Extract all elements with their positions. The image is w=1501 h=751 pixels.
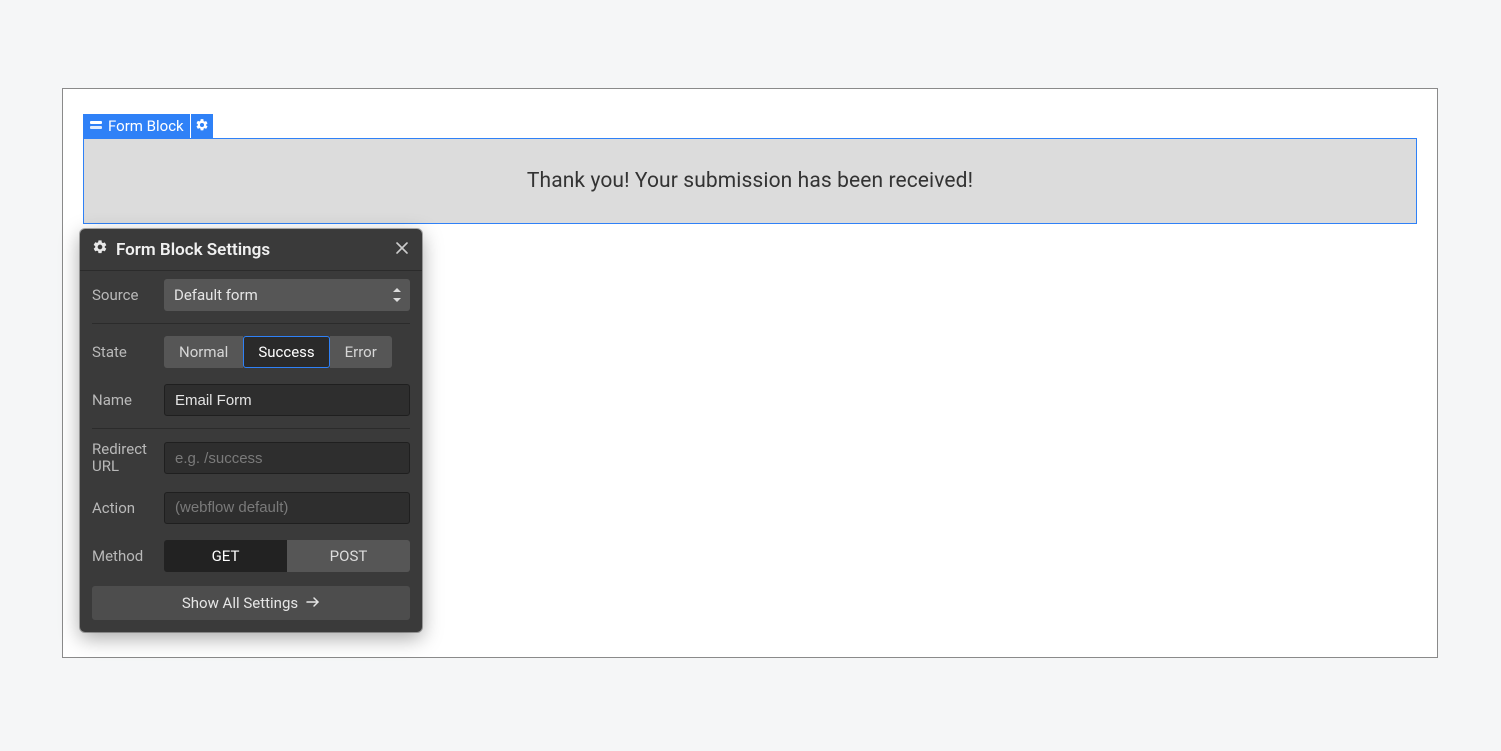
element-tag-label: Form Block xyxy=(108,117,184,135)
form-block-settings-panel: Form Block Settings Source Default form xyxy=(80,229,422,632)
element-tag[interactable]: Form Block xyxy=(83,114,190,138)
method-segmented-control: GET POST xyxy=(164,540,410,572)
source-select[interactable]: Default form xyxy=(164,279,410,311)
row-redirect-url: Redirect URL xyxy=(80,433,422,484)
chevron-up-down-icon xyxy=(392,288,402,302)
arrow-right-icon xyxy=(306,594,320,612)
label-state: State xyxy=(92,343,164,361)
name-input[interactable] xyxy=(164,384,410,416)
method-option-get[interactable]: GET xyxy=(164,540,287,572)
row-action: Action xyxy=(80,484,422,532)
row-name: Name xyxy=(80,376,422,424)
show-all-label: Show All Settings xyxy=(182,594,298,612)
element-selection-bar: Form Block xyxy=(83,114,213,138)
element-settings-button[interactable] xyxy=(191,114,213,138)
gear-icon xyxy=(195,117,209,136)
label-source: Source xyxy=(92,286,164,304)
label-action: Action xyxy=(92,499,164,517)
state-option-success[interactable]: Success xyxy=(243,336,329,368)
form-success-message-box[interactable]: Thank you! Your submission has been rece… xyxy=(83,138,1417,224)
action-input[interactable] xyxy=(164,492,410,524)
row-state: State Normal Success Error xyxy=(80,328,422,376)
label-name: Name xyxy=(92,391,164,409)
close-button[interactable] xyxy=(394,240,410,260)
form-block-icon xyxy=(89,119,103,133)
gear-icon xyxy=(92,239,108,260)
source-select-value: Default form xyxy=(174,286,258,304)
label-redirect-url: Redirect URL xyxy=(92,441,164,476)
panel-title: Form Block Settings xyxy=(116,240,270,260)
panel-header: Form Block Settings xyxy=(80,229,422,271)
redirect-url-input[interactable] xyxy=(164,442,410,474)
label-method: Method xyxy=(92,547,164,565)
divider xyxy=(92,323,410,324)
divider xyxy=(92,428,410,429)
form-success-text: Thank you! Your submission has been rece… xyxy=(527,169,973,193)
row-method: Method GET POST xyxy=(80,532,422,580)
method-option-post[interactable]: POST xyxy=(287,540,410,572)
show-all-settings-button[interactable]: Show All Settings xyxy=(92,586,410,620)
close-icon xyxy=(394,240,410,260)
state-option-error[interactable]: Error xyxy=(330,336,392,368)
state-segmented-control: Normal Success Error xyxy=(164,336,410,368)
row-source: Source Default form xyxy=(80,271,422,319)
state-option-normal[interactable]: Normal xyxy=(164,336,243,368)
